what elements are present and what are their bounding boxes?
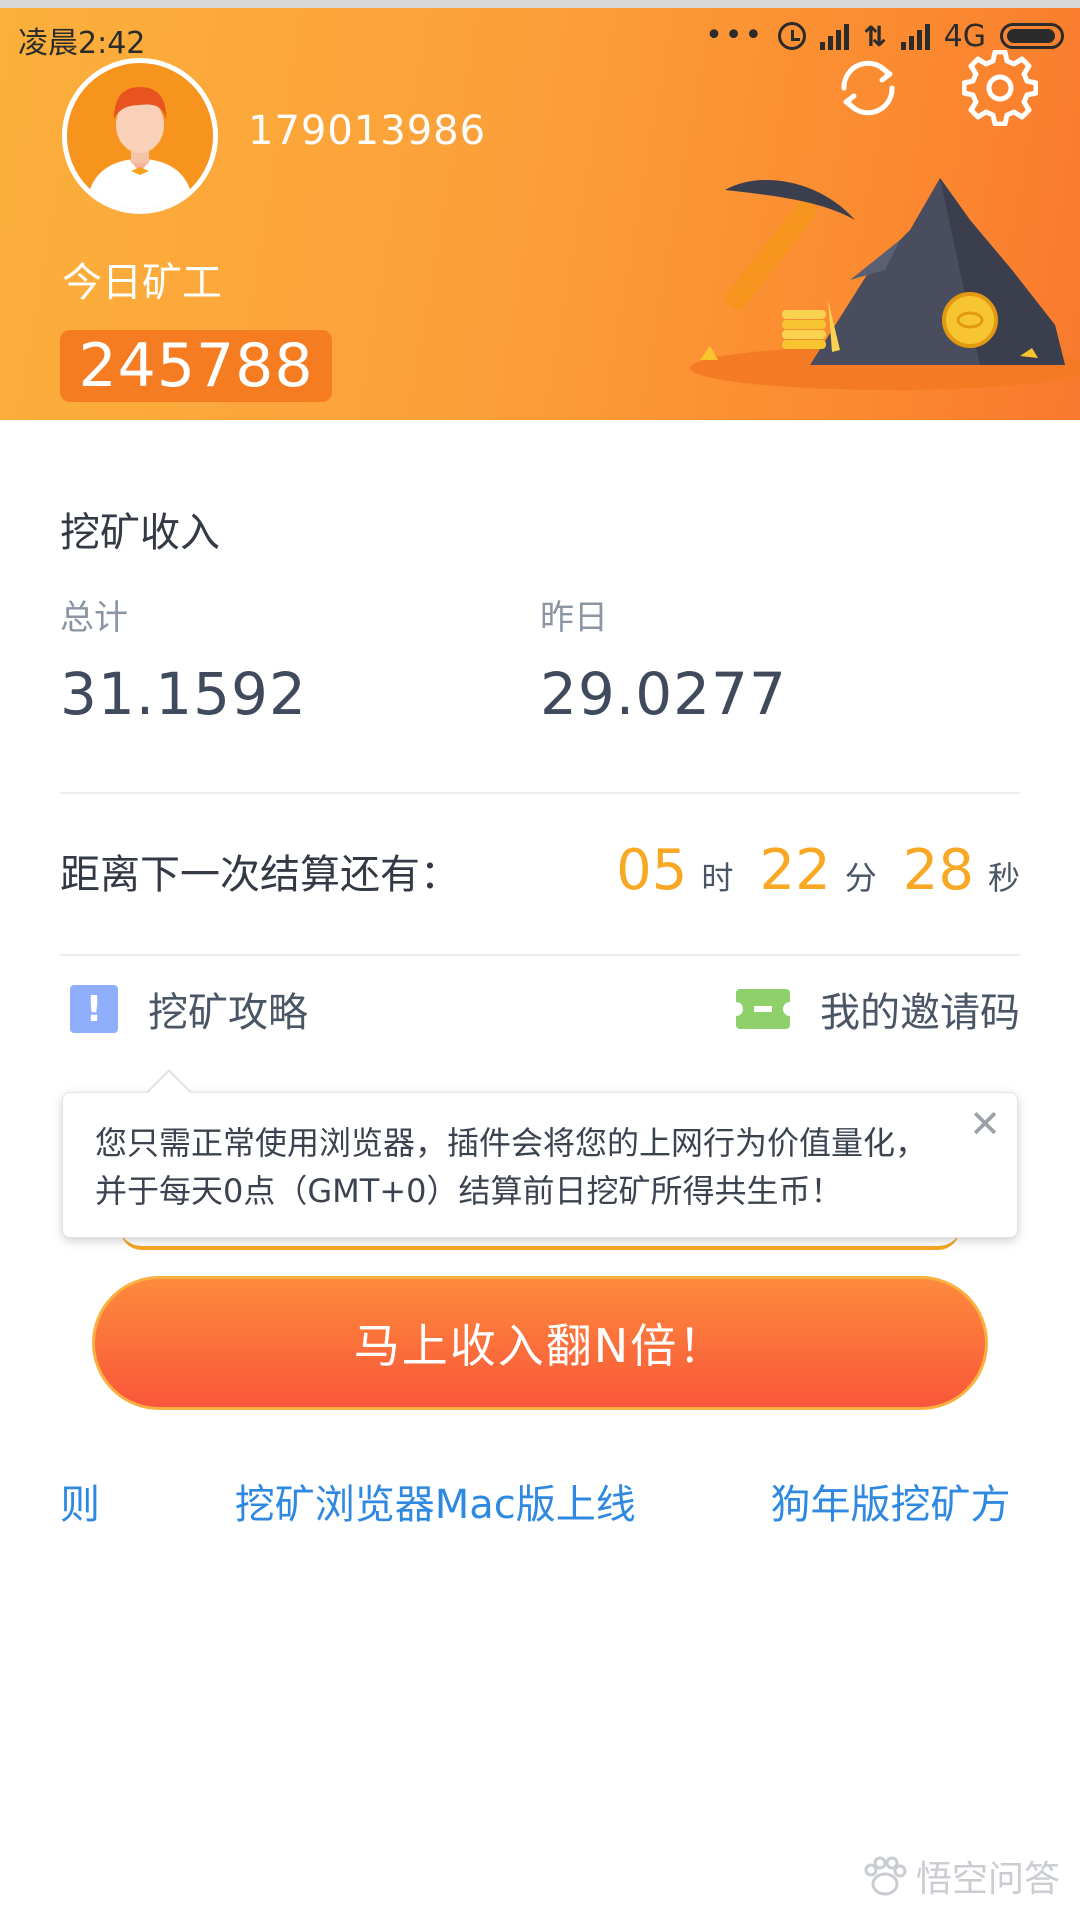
earnings-title: 挖矿收入 [60, 510, 220, 556]
alarm-icon [778, 22, 807, 50]
countdown-hours-unit: 时 [701, 859, 734, 897]
profile-header: 凌晨2:42 ••• ⇅ 4G 179013986 今日矿工 245788 [0, 0, 1080, 420]
countdown-seconds-unit: 秒 [987, 859, 1020, 897]
announcement-item[interactable]: 狗年版挖矿方 [770, 1482, 1010, 1528]
announcement-marquee: 规则 挖矿浏览器Mac版上线 狗年版挖矿方 [60, 1472, 1020, 1542]
avatar[interactable] [62, 58, 218, 214]
paw-logo-icon [864, 1856, 907, 1896]
ticket-icon [729, 989, 797, 1029]
status-time: 凌晨2:42 [18, 26, 146, 61]
info-icon: ! [70, 985, 118, 1033]
mining-guide-link[interactable]: ! 挖矿攻略 [70, 980, 308, 1038]
data-transfer-icon: ⇅ [863, 19, 887, 53]
settings-gear-icon[interactable] [961, 49, 1039, 127]
mining-illustration [690, 178, 1080, 390]
countdown-seconds: 28 [902, 838, 974, 903]
invite-code-link[interactable]: 我的邀请码 [729, 980, 1020, 1038]
total-value: 31.1592 [60, 660, 307, 728]
divider [60, 954, 1020, 956]
yesterday-value: 29.0277 [540, 660, 787, 728]
watermark: 悟空问答 [862, 1850, 1060, 1902]
boost-income-button[interactable]: 马上收入翻N倍！ [92, 1276, 988, 1410]
more-dots-icon: ••• [705, 18, 765, 53]
miner-value-badge: 245788 [60, 330, 332, 402]
announcement-track: 规则 挖矿浏览器Mac版上线 狗年版挖矿方 [60, 1472, 1020, 1530]
countdown-minutes: 22 [759, 838, 831, 903]
battery-icon [1000, 23, 1064, 49]
miner-label: 今日矿工 [62, 260, 222, 306]
signal-icon-2 [900, 22, 930, 50]
countdown-hours: 05 [616, 838, 688, 903]
miner-value: 245788 [78, 331, 314, 401]
signal-icon [820, 22, 850, 50]
divider [60, 792, 1020, 794]
mining-guide-label: 挖矿攻略 [148, 990, 308, 1036]
settlement-countdown: 05 时 22 分 28 秒 [616, 838, 1020, 903]
yesterday-label: 昨日 [540, 598, 608, 638]
invite-code-label: 我的邀请码 [820, 990, 1020, 1036]
status-bar: 凌晨2:42 ••• ⇅ 4G [0, 0, 1080, 61]
total-label: 总计 [60, 598, 128, 638]
announcement-item[interactable]: 规则 [60, 1482, 100, 1528]
watermark-text: 悟空问答 [915, 1859, 1060, 1900]
guide-tooltip: 您只需正常使用浏览器，插件会将您的上网行为价值量化，并于每天0点（GMT+0）结… [62, 1069, 1018, 1238]
network-type: 4G [943, 18, 986, 54]
countdown-label: 距离下一次结算还有： [60, 852, 460, 898]
announcement-item[interactable]: 挖矿浏览器Mac版上线 [235, 1482, 636, 1528]
tooltip-text: 您只需正常使用浏览器，插件会将您的上网行为价值量化，并于每天0点（GMT+0）结… [95, 1124, 928, 1210]
close-icon[interactable]: ✕ [969, 1105, 1001, 1143]
countdown-minutes-unit: 分 [844, 859, 877, 897]
refresh-icon[interactable] [830, 50, 906, 126]
user-id: 179013986 [248, 108, 487, 154]
